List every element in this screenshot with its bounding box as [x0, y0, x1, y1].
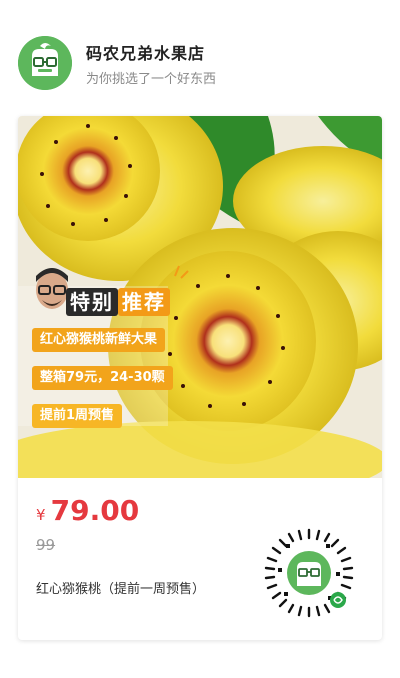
shop-subtitle: 为你挑选了一个好东西	[86, 72, 217, 87]
product-name: 红心猕猴桃（提前一周预售）	[36, 582, 206, 597]
shop-header: 码农兄弟水果店 为你挑选了一个好东西	[18, 36, 382, 92]
original-price: 99	[36, 536, 56, 554]
promo-title-part-1: 特别	[66, 288, 118, 316]
product-price: ¥ 79.00	[36, 494, 139, 527]
promo-pill-1: 红心猕猴桃新鲜大果	[32, 328, 166, 352]
mini-program-qr-icon[interactable]	[264, 528, 354, 618]
currency-symbol: ¥	[36, 506, 46, 524]
glasses-mascot-icon[interactable]	[18, 36, 72, 90]
promo-pill-3: 提前1周预售	[32, 404, 123, 428]
promo-title: 特别 推荐	[66, 286, 170, 316]
promo-pill-2: 整箱79元，24-30颗	[32, 366, 173, 390]
price-value: 79.00	[50, 494, 140, 527]
promo-title-part-2: 推荐	[118, 288, 170, 316]
product-image[interactable]: 特别 推荐 红心猕猴桃新鲜大果 整箱79元，24-30颗 提前1周预售	[18, 116, 382, 478]
shop-name: 码农兄弟水果店	[86, 44, 206, 63]
product-card[interactable]: 特别 推荐 红心猕猴桃新鲜大果 整箱79元，24-30颗 提前1周预售 ¥ 79.…	[18, 116, 382, 640]
